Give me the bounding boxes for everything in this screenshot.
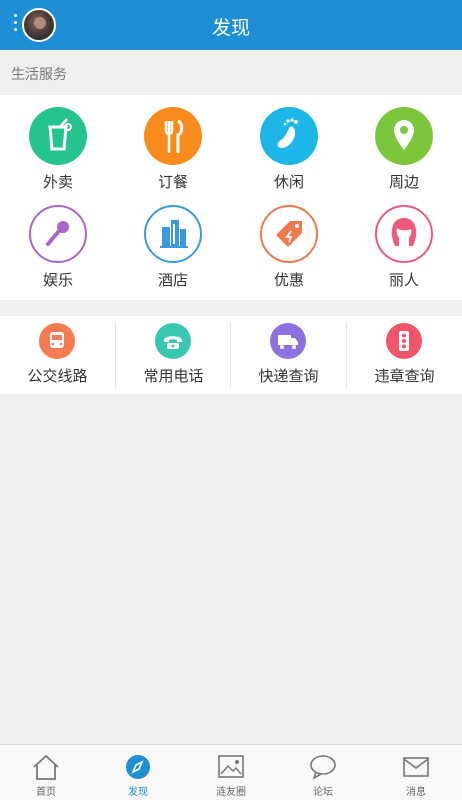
tool-label: 快递查询 bbox=[258, 367, 319, 385]
tab-label: 消息 bbox=[406, 787, 426, 798]
mail-icon bbox=[401, 753, 431, 781]
microphone-icon bbox=[29, 205, 87, 263]
fork-knife-icon bbox=[144, 107, 202, 165]
page-title: 发现 bbox=[211, 17, 250, 39]
delivery-truck-icon bbox=[270, 323, 306, 359]
life-services-grid: 外卖 订餐 休闲 周边 娱乐 酒店 优惠 丽人 bbox=[0, 95, 462, 300]
tab-forum[interactable]: 论坛 bbox=[277, 745, 369, 800]
tab-messages[interactable]: 消息 bbox=[370, 745, 462, 800]
chat-bubble-icon bbox=[308, 753, 338, 781]
tab-label: 论坛 bbox=[313, 787, 333, 798]
tool-label: 公交线路 bbox=[27, 367, 88, 385]
service-label: 酒店 bbox=[157, 271, 188, 289]
tab-label: 发现 bbox=[128, 787, 148, 798]
tab-label: 首页 bbox=[36, 787, 56, 798]
service-label: 丽人 bbox=[388, 271, 419, 289]
tool-label: 违章查询 bbox=[374, 367, 435, 385]
image-icon bbox=[216, 753, 246, 781]
footprint-icon bbox=[260, 107, 318, 165]
service-label: 休闲 bbox=[273, 173, 304, 191]
service-leisure[interactable]: 休闲 bbox=[231, 95, 347, 191]
service-beauty[interactable]: 丽人 bbox=[346, 193, 462, 289]
tab-home[interactable]: 首页 bbox=[0, 745, 92, 800]
top-bar: 发现 bbox=[0, 0, 462, 50]
bus-icon bbox=[39, 323, 75, 359]
service-label: 外卖 bbox=[42, 173, 73, 191]
discount-tag-icon bbox=[260, 205, 318, 263]
drink-icon bbox=[29, 107, 87, 165]
compass-icon bbox=[123, 753, 153, 781]
phone-icon bbox=[155, 323, 191, 359]
service-label: 订餐 bbox=[157, 173, 188, 191]
bottom-tab-bar: 首页 发现 涟友圈 论坛 消息 bbox=[0, 744, 462, 800]
service-label: 周边 bbox=[388, 173, 419, 191]
building-icon bbox=[144, 205, 202, 263]
tool-violation-query[interactable]: 违章查询 bbox=[347, 316, 462, 394]
tool-express-query[interactable]: 快递查询 bbox=[231, 316, 346, 394]
service-hotel[interactable]: 酒店 bbox=[115, 193, 231, 289]
tool-label: 常用电话 bbox=[143, 367, 204, 385]
tool-bus-route[interactable]: 公交线路 bbox=[0, 316, 115, 394]
service-discount[interactable]: 优惠 bbox=[231, 193, 347, 289]
location-pin-icon bbox=[375, 107, 433, 165]
traffic-light-icon bbox=[386, 323, 422, 359]
service-label: 优惠 bbox=[273, 271, 304, 289]
tools-row: 公交线路 常用电话 快递查询 违章查询 bbox=[0, 316, 462, 394]
woman-icon bbox=[375, 205, 433, 263]
service-entertainment[interactable]: 娱乐 bbox=[0, 193, 116, 289]
service-label: 娱乐 bbox=[42, 271, 73, 289]
tool-common-phone[interactable]: 常用电话 bbox=[116, 316, 231, 394]
tab-label: 涟友圈 bbox=[216, 787, 246, 798]
tab-discover[interactable]: 发现 bbox=[92, 745, 184, 800]
service-takeout[interactable]: 外卖 bbox=[0, 95, 116, 191]
service-dining[interactable]: 订餐 bbox=[115, 95, 231, 191]
service-nearby[interactable]: 周边 bbox=[346, 95, 462, 191]
home-icon bbox=[31, 753, 61, 781]
section-label: 生活服务 bbox=[11, 67, 67, 83]
tab-moments[interactable]: 涟友圈 bbox=[185, 745, 277, 800]
